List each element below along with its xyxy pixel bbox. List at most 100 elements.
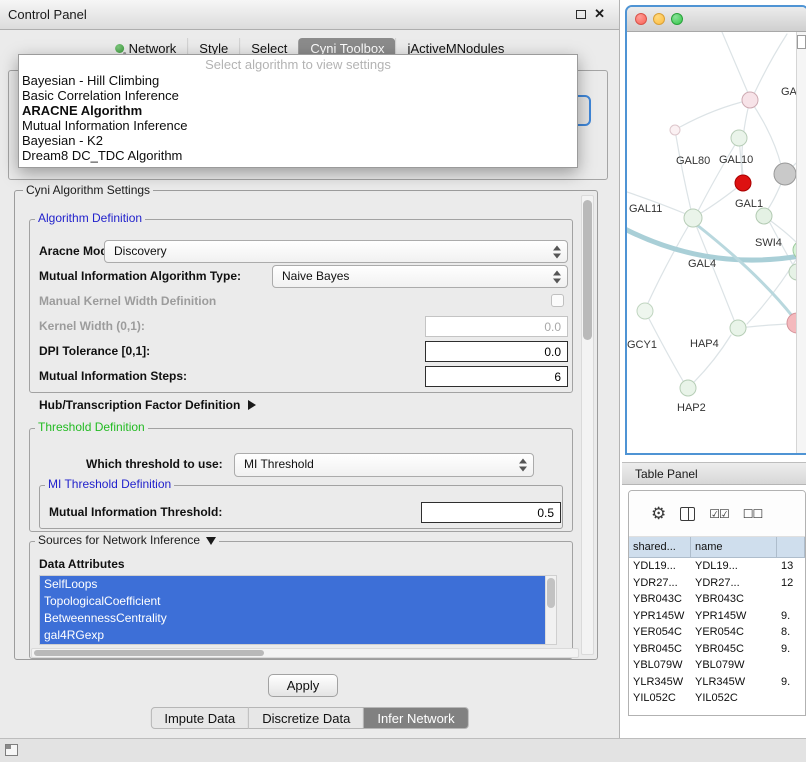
network-node[interactable] <box>756 208 772 224</box>
deselect-all-icon[interactable]: ☐☐ <box>743 507 763 521</box>
table-cell: 9. <box>777 674 805 691</box>
network-edge <box>722 32 748 93</box>
network-canvas[interactable]: GALGAL80GAL10GAL11GAL1SWI4GAL4GCY1HAP4HA… <box>627 32 806 455</box>
algorithm-option[interactable]: Basic Correlation Inference <box>19 88 577 103</box>
float-icon[interactable] <box>576 10 586 19</box>
tab-impute-data[interactable]: Impute Data <box>150 707 249 729</box>
attribute-item[interactable]: gal4RGexp <box>40 627 545 644</box>
mi-steps-field[interactable] <box>425 366 568 387</box>
table-row[interactable]: YBL079WYBL079W <box>629 657 805 674</box>
table-row[interactable]: YER054CYER054C8. <box>629 624 805 641</box>
aracne-mode-value: Discovery <box>114 241 167 262</box>
table-cell: 9. <box>777 641 805 658</box>
attributes-scrollbar-thumb[interactable] <box>547 578 555 608</box>
table-row[interactable]: YIL052CYIL052C <box>629 690 805 707</box>
attribute-item[interactable]: SelfLoops <box>40 576 545 593</box>
algorithm-option[interactable]: Dream8 DC_TDC Algorithm <box>19 148 577 163</box>
network-node[interactable] <box>731 130 747 146</box>
table-row[interactable]: YBR045CYBR045C9. <box>629 641 805 658</box>
table-panel-title: Table Panel <box>635 463 698 485</box>
settings-vertical-scrollbar-thumb[interactable] <box>583 200 592 340</box>
algorithm-dropdown-popup: Select algorithm to view settings Bayesi… <box>18 54 578 168</box>
manual-kernel-checkbox[interactable] <box>551 294 564 307</box>
network-edge <box>754 34 787 94</box>
network-scrollbar[interactable] <box>796 32 806 455</box>
algorithm-option[interactable]: Bayesian - K2 <box>19 133 577 148</box>
which-threshold-select[interactable]: MI Threshold <box>234 453 534 477</box>
attribute-item[interactable]: TopologicalCoefficient <box>40 593 545 610</box>
columns-icon[interactable] <box>680 507 695 521</box>
column-header[interactable] <box>777 537 805 557</box>
table-row[interactable]: YBR043CYBR043C <box>629 591 805 608</box>
hub-section-toggle[interactable]: Hub/Transcription Factor Definition <box>39 398 256 412</box>
table-cell: 13 <box>777 558 805 575</box>
network-node[interactable] <box>680 380 696 396</box>
network-node-label: SWI4 <box>755 237 782 249</box>
table-row[interactable]: YDR27...YDR27...12 <box>629 575 805 592</box>
network-node-label: GCY1 <box>627 339 657 351</box>
settings-horizontal-scrollbar[interactable] <box>31 648 579 658</box>
table-cell: YIL052C <box>691 690 777 707</box>
apply-button[interactable]: Apply <box>268 674 338 697</box>
cyni-algorithm-settings-group: Cyni Algorithm Settings Algorithm Defini… <box>14 190 598 660</box>
data-attributes-label: Data Attributes <box>39 557 125 571</box>
algorithm-option-list: Bayesian - Hill ClimbingBasic Correlatio… <box>19 73 577 163</box>
network-node[interactable] <box>637 303 653 319</box>
table-header-row: shared...name <box>629 537 805 558</box>
gear-icon[interactable]: ⚙ <box>651 505 666 522</box>
table-cell: YBL079W <box>691 657 777 674</box>
network-scrollbar-thumb[interactable] <box>797 35 806 49</box>
mi-type-select[interactable]: Naive Bayes <box>272 265 568 288</box>
network-edge <box>648 218 693 303</box>
table-cell: YBR043C <box>691 591 777 608</box>
settings-horizontal-scrollbar-thumb[interactable] <box>34 650 264 656</box>
table-row[interactable]: YLR345WYLR345W9. <box>629 674 805 691</box>
manual-kernel-label: Manual Kernel Width Definition <box>39 294 216 308</box>
mac-minimize-icon[interactable] <box>653 13 665 25</box>
network-node-label: GAL1 <box>735 198 763 210</box>
network-node[interactable] <box>742 92 758 108</box>
table-cell: YDL19... <box>629 558 691 575</box>
mi-threshold-field[interactable] <box>421 502 561 523</box>
table-cell: YDR27... <box>629 575 691 592</box>
algorithm-option[interactable]: ARACNE Algorithm <box>19 103 577 118</box>
network-edge <box>698 138 739 211</box>
mac-zoom-icon[interactable] <box>671 13 683 25</box>
network-icon <box>115 44 124 53</box>
sources-group-toggle[interactable]: Sources for Network Inference <box>35 534 219 547</box>
aracne-mode-select[interactable]: Discovery <box>104 240 568 263</box>
data-attributes-list: SelfLoopsTopologicalCoefficientBetweenne… <box>39 575 557 645</box>
close-icon[interactable]: ✕ <box>594 7 605 21</box>
dpi-tolerance-field[interactable] <box>425 341 568 362</box>
algorithm-option[interactable]: Bayesian - Hill Climbing <box>19 73 577 88</box>
network-node[interactable] <box>735 175 751 191</box>
attribute-item[interactable]: BetweennessCentrality <box>40 610 545 627</box>
mi-type-label: Mutual Information Algorithm Type: <box>39 269 241 283</box>
sources-group-title: Sources for Network Inference <box>38 533 200 547</box>
algorithm-option[interactable]: Mutual Information Inference <box>19 118 577 133</box>
tab-infer-network[interactable]: Infer Network <box>364 707 468 729</box>
mac-close-icon[interactable] <box>635 13 647 25</box>
network-node[interactable] <box>730 320 746 336</box>
column-header[interactable]: name <box>691 537 777 557</box>
dpi-tolerance-label: DPI Tolerance [0,1]: <box>39 344 150 358</box>
which-threshold-value: MI Threshold <box>244 454 314 475</box>
panel-grip-icon[interactable] <box>5 744 18 756</box>
attributes-scrollbar[interactable] <box>545 576 556 644</box>
network-node[interactable] <box>774 163 796 185</box>
network-node[interactable] <box>684 209 702 227</box>
settings-group-title: Cyni Algorithm Settings <box>23 184 153 197</box>
table-cell: YDR27... <box>691 575 777 592</box>
select-all-icon[interactable]: ☑☑ <box>709 507 729 521</box>
network-node[interactable] <box>670 125 680 135</box>
table-cell: YLR345W <box>629 674 691 691</box>
kernel-width-field[interactable] <box>425 316 568 337</box>
network-node-label: HAP2 <box>677 402 706 414</box>
network-node-label: GAL80 <box>676 155 710 167</box>
column-header[interactable]: shared... <box>629 537 691 557</box>
table-row[interactable]: YDL19...YDL19...13 <box>629 558 805 575</box>
tab-discretize-data[interactable]: Discretize Data <box>249 707 364 729</box>
table-row[interactable]: YPR145WYPR145W9. <box>629 608 805 625</box>
settings-vertical-scrollbar[interactable] <box>581 195 594 655</box>
table-cell: YIL052C <box>629 690 691 707</box>
